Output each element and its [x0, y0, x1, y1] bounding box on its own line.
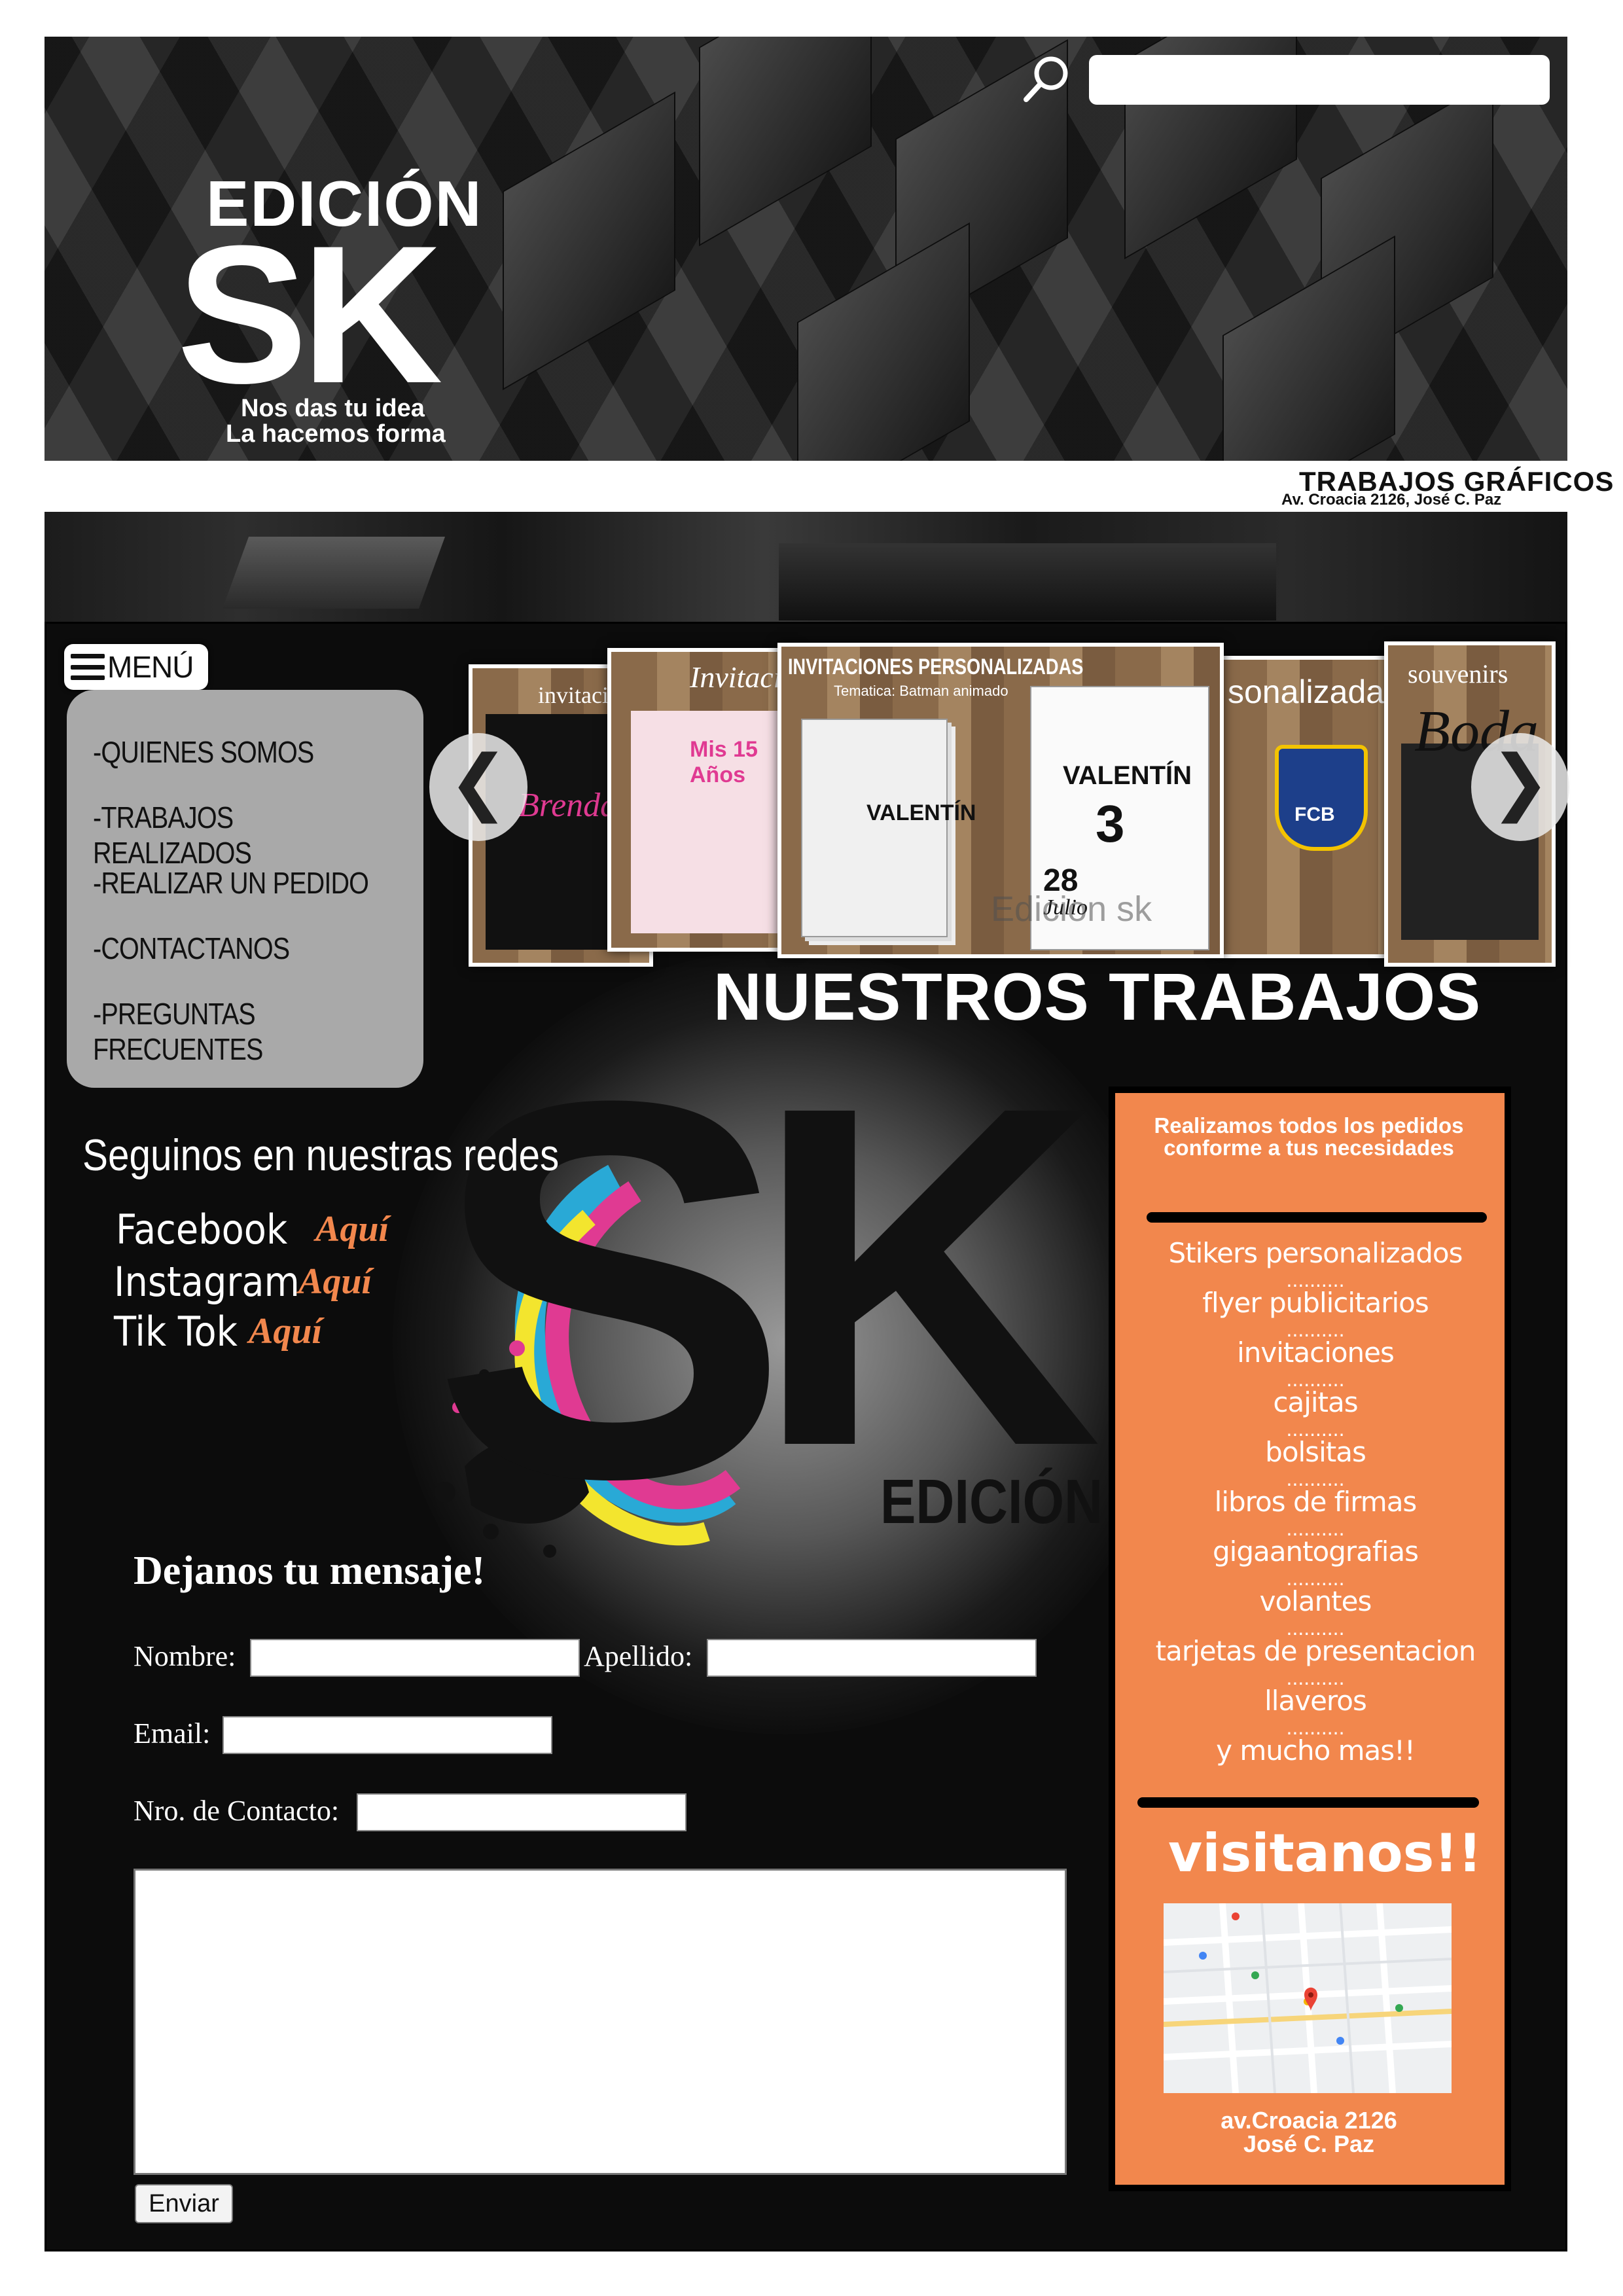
card-name: VALENTÍN — [866, 800, 976, 825]
card-watermark: Edicion sk — [991, 889, 1152, 929]
apellido-input[interactable] — [707, 1639, 1037, 1677]
menu-item-quienes-somos[interactable]: -QUIENES SOMOS — [93, 734, 314, 770]
social-name-instagram: Instagram — [114, 1258, 300, 1306]
menu-item-trabajos-realizados[interactable]: -TRABAJOS REALIZADOS — [93, 800, 377, 870]
strip-shape — [222, 537, 446, 609]
service-item: invitaciones — [1237, 1336, 1395, 1369]
divider — [1137, 1797, 1479, 1808]
service-separator: .......... — [1286, 1268, 1345, 1291]
facebook-link[interactable]: Aquí — [315, 1208, 389, 1250]
contacto-input[interactable] — [357, 1793, 687, 1831]
carousel-next-button[interactable]: ❯ — [1471, 733, 1569, 841]
nombre-input[interactable] — [250, 1639, 580, 1677]
card-title: sonalizadas — [1228, 673, 1401, 710]
menu-item-realizar-pedido[interactable]: -REALIZAR UN PEDIDO — [93, 865, 369, 901]
visit-heading: visitanos!! — [1168, 1823, 1482, 1884]
service-separator: .......... — [1286, 1467, 1345, 1490]
menu-button[interactable]: MENÚ — [64, 644, 208, 690]
logo-sk-text: SK — [177, 204, 443, 424]
card-name: VALENTÍN — [1063, 761, 1192, 790]
service-item: flyer publicitarios — [1202, 1287, 1429, 1319]
carousel-card[interactable]: sonalizadas FCB — [1217, 656, 1408, 958]
card-text: Brenda — [518, 787, 618, 824]
carousel-prev-button[interactable]: ❮ — [429, 733, 527, 841]
apellido-label: Apellido: — [584, 1640, 693, 1672]
card-title: souvenirs — [1408, 659, 1508, 689]
instagram-link[interactable]: Aquí — [298, 1261, 372, 1302]
section-title-nuestros-trabajos: NUESTROS TRABAJOS — [713, 960, 1482, 1034]
location-map[interactable] — [1164, 1903, 1452, 2093]
service-item: volantes — [1259, 1585, 1372, 1617]
service-separator: .......... — [1286, 1566, 1345, 1590]
social-name-tiktok: Tik Tok — [114, 1308, 238, 1355]
email-label: Email: — [134, 1717, 211, 1749]
header-pattern — [797, 222, 970, 461]
carousel-card-active[interactable]: INVITACIONES PERSONALIZADAS Tematica: Ba… — [777, 643, 1224, 958]
card-subtitle: Tematica: Batman animado — [834, 683, 1008, 699]
service-item: cajitas — [1273, 1386, 1358, 1418]
card-text: FCB — [1294, 804, 1335, 825]
services-heading: Realizamos todos los pedidos conforme a … — [1154, 1113, 1464, 1160]
carousel-card[interactable]: Invitacio Mis 15 Años — [607, 648, 798, 952]
menu-panel: -QUIENES SOMOS -TRABAJOS REALIZADOS -REA… — [67, 690, 423, 1088]
service-separator: .......... — [1286, 1417, 1345, 1441]
email-input[interactable] — [223, 1716, 552, 1754]
address-line-2: José C. Paz — [1243, 2130, 1375, 2157]
hamburger-icon — [71, 654, 105, 680]
search-input[interactable] — [1089, 55, 1550, 105]
service-separator: .......... — [1286, 1715, 1345, 1739]
social-name-facebook: Facebook — [116, 1206, 288, 1253]
service-item: bolsitas — [1265, 1436, 1366, 1468]
service-separator: .......... — [1286, 1318, 1345, 1341]
tagline-line-1: Nos das tu idea — [241, 395, 425, 422]
service-separator: .......... — [1286, 1516, 1345, 1540]
header-pattern — [699, 37, 872, 247]
card-title: INVITACIONES PERSONALIZADAS — [788, 655, 1084, 679]
tiktok-link[interactable]: Aquí — [249, 1310, 322, 1352]
big-logo-edicion: EDICIÓN — [880, 1467, 1103, 1537]
strip-shape — [779, 543, 1276, 620]
address-line-1: av.Croacia 2126 — [1221, 2107, 1397, 2134]
service-item: tarjetas de presentacion — [1155, 1635, 1476, 1667]
service-separator: .......... — [1286, 1666, 1345, 1689]
header-address: Av. Croacia 2126, José C. Paz — [1281, 491, 1502, 509]
menu-item-contactanos[interactable]: -CONTACTANOS — [93, 931, 290, 966]
card-age: 3 — [1096, 795, 1125, 853]
header-pattern — [1222, 235, 1395, 461]
big-logo-k: K — [753, 1005, 1103, 1547]
big-logo-s: S — [432, 990, 790, 1589]
card-title: invitaci — [538, 682, 609, 708]
service-item: llaveros — [1264, 1685, 1367, 1717]
service-item: Stikers personalizados — [1168, 1237, 1463, 1269]
menu-item-preguntas-frecuentes[interactable]: -PREGUNTAS FRECUENTES — [93, 996, 377, 1067]
form-title: Dejanos tu mensaje! — [134, 1549, 486, 1593]
send-button[interactable]: Enviar — [135, 2184, 233, 2223]
contacto-label: Nro. de Contacto: — [134, 1795, 340, 1827]
message-textarea[interactable] — [134, 1869, 1067, 2175]
footer-address: av.Croacia 2126 José C. Paz — [1126, 2109, 1492, 2156]
service-separator: .......... — [1286, 1367, 1345, 1391]
service-item: y mucho mas!! — [1216, 1734, 1416, 1767]
tagline-line-2: La hacemos forma — [226, 420, 446, 448]
service-item: libros de firmas — [1214, 1486, 1418, 1518]
search-icon[interactable] — [1021, 52, 1073, 105]
social-heading: Seguinos en nuestras redes — [82, 1130, 560, 1180]
nombre-label: Nombre: — [134, 1640, 236, 1672]
divider — [1147, 1212, 1487, 1223]
menu-button-label: MENÚ — [107, 650, 194, 684]
header-pattern — [503, 91, 675, 391]
service-separator: .......... — [1286, 1616, 1345, 1640]
service-item: gigaantografias — [1213, 1535, 1419, 1568]
